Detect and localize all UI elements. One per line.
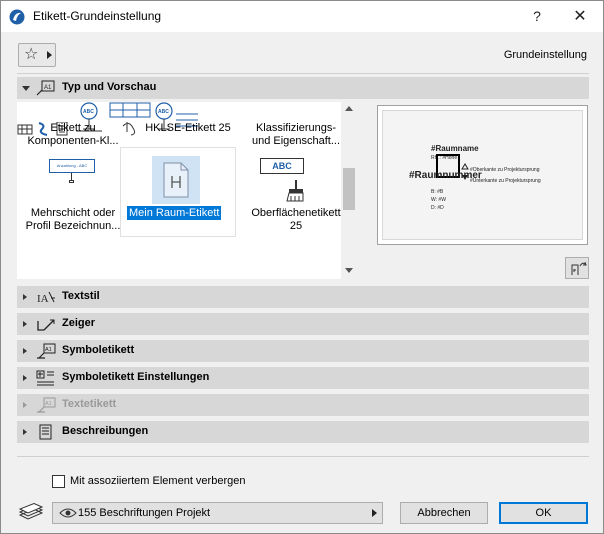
section-type-preview[interactable]: A1 Typ und Vorschau <box>17 77 589 99</box>
abc-text: ABC <box>260 158 304 174</box>
gallery-item-label: Oberflächenetikett <box>251 207 341 219</box>
gallery-item-multilayer[interactable]: Mehrschicht oder Profil Bezeichnun... <box>17 207 129 233</box>
section-text-label[interactable]: A1 Textetikett <box>17 394 589 416</box>
gallery-item-label: 25 <box>289 220 303 232</box>
svg-text:ABC: ABC <box>158 109 169 115</box>
expand-triangle-icon <box>23 429 27 435</box>
gallery-item-label: Mehrschicht oder <box>30 207 116 219</box>
abc-brush-icon: ABC <box>260 158 306 204</box>
svg-text:A1: A1 <box>45 401 52 407</box>
scroll-down-icon[interactable] <box>345 268 353 273</box>
symbol-settings-icon <box>36 370 54 386</box>
gallery-item-label: Etikett zu <box>50 122 96 134</box>
hide-with-element-label: Mit assoziiertem Element verbergen <box>70 475 246 487</box>
gallery-item-hklse[interactable]: HKLSE-Etikett 25 <box>132 122 244 135</box>
expand-triangle-icon <box>23 294 27 300</box>
layer-dropdown-value: 155 Beschriftungen Projekt <box>78 507 211 519</box>
chevron-right-icon <box>372 509 377 517</box>
svg-text:IA: IA <box>37 293 49 305</box>
section-label: Textstil <box>62 290 100 302</box>
ok-button[interactable]: OK <box>499 502 588 524</box>
preset-name: Grundeinstellung <box>503 49 587 61</box>
section-symbol-label-settings[interactable]: Symboletikett Einstellungen <box>17 367 589 389</box>
tag-base <box>69 180 74 183</box>
svg-text:ABC: ABC <box>83 109 94 115</box>
window-title: Etikett-Grundeinstellung <box>33 9 162 23</box>
chevron-right-icon <box>47 51 52 59</box>
section-pointer[interactable]: Zeiger <box>17 313 589 335</box>
divider <box>17 456 589 457</box>
section-label: Symboletikett <box>62 344 135 356</box>
pointer-icon <box>37 319 55 331</box>
gallery-item-label: und Eigenschaft... <box>251 135 341 147</box>
gallery-item-label-selected: Mein Raum-Etikett <box>127 206 222 220</box>
preview-canvas: #Raumname RH.: #Höhe #Raumnummer #Oberka… <box>382 110 583 240</box>
text-style-icon: IA <box>37 291 55 305</box>
layers-icon <box>18 503 44 520</box>
star-icon: ☆ <box>24 46 39 63</box>
dialog-window: Etikett-Grundeinstellung ? ✕ ☆ Grundeins… <box>0 0 604 534</box>
expand-triangle-icon <box>23 402 27 408</box>
gallery-item-label: Klassifizierungs- <box>255 122 337 134</box>
section-label: Zeiger <box>62 317 96 329</box>
gallery-item-room-label[interactable]: Mein Raum-Etikett <box>121 148 235 236</box>
svg-text:A1: A1 <box>45 347 52 353</box>
svg-text:A1: A1 <box>44 85 52 91</box>
help-button[interactable]: ? <box>519 1 555 32</box>
preview-bottom-ref: #Unterkante zu Projektursprung <box>470 178 541 184</box>
level-arrows-icon <box>461 163 469 180</box>
preview-options-button[interactable] <box>565 257 589 279</box>
divider <box>17 73 589 74</box>
preview-rotate-icon <box>571 261 587 275</box>
preview-top-ref: #Oberkante zu Projektursprung <box>470 167 540 173</box>
section-label: Symboletikett Einstellungen <box>62 371 210 383</box>
scroll-up-icon[interactable] <box>345 106 353 111</box>
section-descriptions[interactable]: Beschreibungen <box>17 421 589 443</box>
section-symbol-label[interactable]: A1 Symboletikett <box>17 340 589 362</box>
label-type-icon: A1 <box>36 80 55 96</box>
archicad-app-icon <box>9 9 25 25</box>
gallery-item-label: HKLSE-Etikett 25 <box>145 122 231 134</box>
layer-dropdown[interactable]: 155 Beschriftungen Projekt <box>52 502 383 524</box>
preview-room-name: #Raumname <box>431 144 479 153</box>
text-label-icon: A1 <box>37 397 56 413</box>
title-bar: Etikett-Grundeinstellung ? ✕ <box>1 1 603 32</box>
label-preview: #Raumname RH.: #Höhe #Raumnummer #Oberka… <box>377 105 588 245</box>
eye-icon <box>59 508 77 518</box>
expand-triangle-icon <box>23 321 27 327</box>
favorites-button[interactable]: ☆ <box>18 43 56 67</box>
symbol-label-icon: A1 <box>37 343 56 359</box>
layer-tag-icon: Anzahlung - ABC <box>49 159 95 183</box>
section-label: Textetikett <box>62 398 117 410</box>
close-button[interactable]: ✕ <box>561 1 599 32</box>
preview-w: W: #W <box>431 197 446 203</box>
room-label-icon-box <box>152 156 200 204</box>
description-icon <box>39 424 52 440</box>
gallery-item-surface[interactable]: Oberflächenetikett 25 <box>240 207 352 233</box>
preview-d: D: #D <box>431 205 444 211</box>
paint-brush-icon <box>286 180 304 202</box>
expand-triangle-icon <box>23 375 27 381</box>
gallery-item-label: Komponenten-Kl... <box>27 135 119 147</box>
scroll-thumb[interactable] <box>343 168 355 210</box>
room-document-icon <box>163 162 189 198</box>
cancel-button[interactable]: Abbrechen <box>400 502 488 524</box>
expand-triangle-icon <box>23 348 27 354</box>
gallery-item-classification[interactable]: Klassifizierungs- und Eigenschaft... <box>240 122 352 148</box>
hide-with-element-checkbox[interactable] <box>52 475 65 488</box>
section-text-style[interactable]: IA Textstil <box>17 286 589 308</box>
collapse-triangle-icon <box>22 86 30 91</box>
gallery-item-label: Profil Bezeichnun... <box>25 220 121 232</box>
preview-b: B: #B <box>431 189 444 195</box>
section-label: Typ und Vorschau <box>62 81 157 93</box>
gallery-item-component[interactable]: Etikett zu Komponenten-Kl... <box>17 122 129 148</box>
gallery-scrollbar[interactable] <box>341 102 357 279</box>
section-label: Beschreibungen <box>62 425 149 437</box>
layer-tag-text: Anzahlung - ABC <box>49 159 95 173</box>
